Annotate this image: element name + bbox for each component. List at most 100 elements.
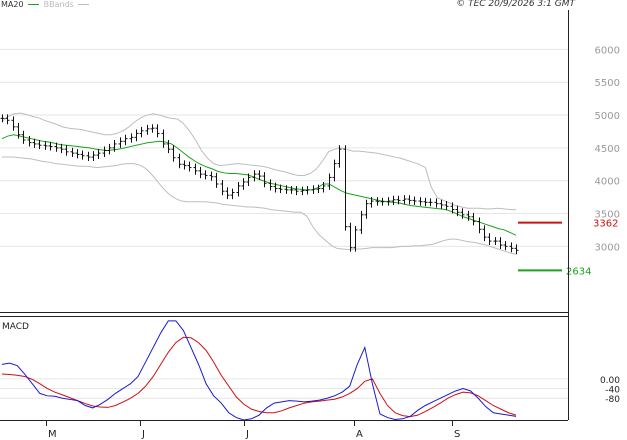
price-y-tick-label: 5000 — [595, 111, 620, 122]
price-bar — [75, 149, 80, 159]
price-bar — [0, 114, 5, 123]
price-bar — [300, 186, 305, 196]
price-bar — [252, 170, 257, 182]
price-bar — [91, 151, 96, 161]
price-bar — [209, 171, 214, 181]
price-bar — [182, 160, 187, 170]
ma20-line — [1, 134, 517, 236]
macd-y-axis: 0.00-40-80 — [600, 376, 620, 405]
price-bar — [327, 173, 332, 190]
price-bar — [380, 197, 385, 206]
panel-frames — [0, 10, 569, 421]
price-bar — [294, 185, 299, 196]
price-bar — [96, 149, 101, 160]
price-bar — [359, 210, 364, 234]
price-bar — [86, 151, 91, 161]
legend: MA20 BBands — [1, 0, 91, 9]
price-y-tick-label: 3000 — [595, 242, 620, 253]
price-bar — [262, 172, 267, 188]
macd-panel-title: MACD — [2, 322, 29, 332]
ma20-series-line — [1, 134, 517, 236]
price-bar — [353, 225, 358, 252]
price-bar — [311, 185, 316, 194]
price-bar — [48, 141, 53, 151]
macd-gridlines — [0, 378, 568, 399]
macd-lines — [1, 320, 517, 421]
macd-y-tick-label: 0.00 — [600, 376, 620, 386]
chart-canvas: 33622634 6000550050004500400035003000 0.… — [0, 10, 620, 440]
price-bar — [482, 225, 487, 242]
price-bar — [177, 153, 182, 169]
price-bar — [11, 116, 16, 131]
legend-ma20-label: MA20 — [1, 0, 24, 9]
x-tick-label: S — [454, 429, 460, 440]
price-bar — [118, 137, 123, 148]
x-tick-label: J — [141, 429, 145, 440]
legend-bbands-label: BBands — [43, 0, 74, 9]
price-bar — [225, 187, 230, 200]
price-bar — [198, 166, 203, 179]
price-bar — [187, 161, 192, 172]
price-bar — [364, 199, 369, 219]
price-bar — [123, 134, 128, 146]
price-bar — [80, 150, 85, 160]
price-bar — [139, 126, 144, 138]
price-bar — [150, 124, 155, 133]
support-value-label: 2634 — [566, 266, 591, 277]
price-bar — [70, 147, 75, 158]
x-tick-label: M — [48, 429, 57, 440]
signal-series-line — [1, 336, 517, 418]
x-axis: MJJAS — [46, 420, 460, 440]
legend-bbands-swatch — [78, 4, 90, 5]
price-bar — [155, 124, 160, 138]
price-bar — [43, 141, 48, 150]
price-bar — [129, 133, 134, 143]
bband-upper-line — [1, 112, 516, 211]
price-bar — [503, 241, 508, 251]
price-y-tick-label: 5500 — [595, 78, 620, 89]
price-bar — [241, 178, 246, 190]
price-bar — [332, 159, 337, 182]
macd-y-tick-label: -80 — [605, 395, 620, 405]
price-bar — [289, 185, 294, 194]
price-bar — [203, 170, 208, 180]
chart-credit: © TEC 20/9/2026 3:1 GMT — [456, 0, 575, 9]
price-bar — [509, 242, 514, 253]
price-bar — [375, 197, 380, 206]
price-bar — [439, 199, 444, 209]
legend-ma20-swatch — [28, 4, 40, 5]
price-y-tick-label: 4000 — [595, 177, 620, 188]
price-bar — [348, 222, 353, 252]
price-bar — [305, 185, 310, 195]
price-bar — [107, 143, 112, 155]
price-bar — [220, 180, 225, 196]
price-bar — [423, 197, 428, 207]
price-y-tick-label: 3500 — [595, 210, 620, 221]
price-bars — [0, 114, 519, 255]
price-bar — [145, 124, 150, 135]
price-bar — [236, 182, 241, 197]
x-tick-label: A — [356, 429, 363, 440]
price-bar — [498, 237, 503, 249]
price-bar — [407, 195, 412, 205]
price-bar — [386, 197, 391, 206]
price-bar — [193, 163, 198, 175]
price-bar — [477, 217, 482, 234]
price-bar — [343, 145, 348, 231]
price-bar — [493, 237, 498, 246]
price-bar — [471, 212, 476, 226]
x-tick-label: J — [245, 429, 249, 440]
price-bar — [402, 195, 407, 205]
price-bar — [230, 188, 235, 200]
price-bar — [418, 197, 423, 206]
macd-y-tick-label: -40 — [605, 386, 620, 396]
price-bar — [434, 198, 439, 208]
price-y-tick-label: 6000 — [595, 45, 620, 56]
price-y-tick-label: 4500 — [595, 144, 620, 155]
price-bar — [161, 129, 166, 148]
macd-series-line — [1, 320, 517, 421]
price-bar — [391, 195, 396, 205]
bollinger-bands — [1, 112, 517, 255]
price-bar — [487, 233, 492, 246]
price-bar — [412, 196, 417, 205]
